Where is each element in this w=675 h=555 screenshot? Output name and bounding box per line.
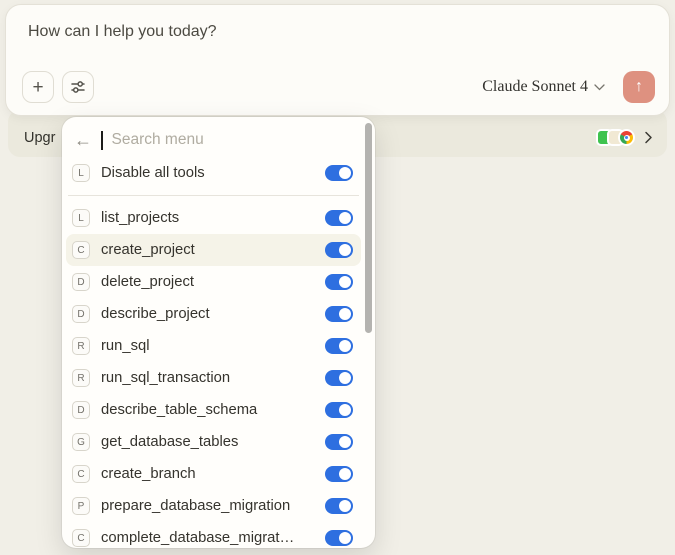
tools-menu: ← L Disable all tools L list_projects C … <box>62 117 375 548</box>
plus-icon: + <box>32 78 43 97</box>
menu-item[interactable]: R run_sql_transaction <box>66 362 361 394</box>
disable-all-tools-item[interactable]: L Disable all tools <box>66 157 361 189</box>
shortcut-badge: R <box>72 369 90 387</box>
toggle[interactable] <box>325 434 353 450</box>
shortcut-badge: D <box>72 305 90 323</box>
menu-item[interactable]: C complete_database_migrat… <box>66 522 361 548</box>
item-label: Disable all tools <box>101 165 314 181</box>
menu-item-list: L list_projects C create_project D delet… <box>66 202 361 548</box>
item-label: complete_database_migrat… <box>101 530 314 546</box>
chrome-core <box>625 136 628 139</box>
menu-item[interactable]: D describe_project <box>66 298 361 330</box>
toggle-knob <box>339 212 352 225</box>
item-label: create_branch <box>101 466 314 482</box>
model-name: Claude Sonnet 4 <box>482 78 588 96</box>
model-selector-button[interactable]: Claude Sonnet 4 <box>482 78 605 96</box>
sliders-icon <box>70 79 86 95</box>
shortcut-badge: D <box>72 273 90 291</box>
item-label: run_sql <box>101 338 314 354</box>
toggle-knob <box>339 308 352 321</box>
menu-divider <box>68 195 359 196</box>
toggle-knob <box>339 468 352 481</box>
toggle-knob <box>339 372 352 385</box>
text-caret <box>101 131 103 150</box>
toggle-knob <box>339 500 352 513</box>
menu-search-input[interactable] <box>112 131 354 149</box>
toggle[interactable] <box>325 210 353 226</box>
back-arrow-icon[interactable]: ← <box>74 131 92 149</box>
toggle[interactable] <box>325 338 353 354</box>
menu-item[interactable]: G get_database_tables <box>66 426 361 458</box>
arrow-up-icon: ↑ <box>635 78 643 96</box>
menu-item[interactable]: C create_branch <box>66 458 361 490</box>
message-composer[interactable]: How can I help you today? + Claude Sonne… <box>5 4 670 116</box>
app-icon-stack <box>596 129 635 146</box>
shortcut-badge: C <box>72 241 90 259</box>
toggle[interactable] <box>325 274 353 290</box>
banner-right <box>596 129 653 146</box>
menu-item[interactable]: P prepare_database_migration <box>66 490 361 522</box>
shortcut-badge: C <box>72 529 90 547</box>
app-screen: How can I help you today? + Claude Sonne… <box>0 0 675 555</box>
shortcut-badge: D <box>72 401 90 419</box>
toggle[interactable] <box>325 306 353 322</box>
toggle[interactable] <box>325 530 353 546</box>
send-button[interactable]: ↑ <box>623 71 655 103</box>
shortcut-badge: L <box>72 209 90 227</box>
menu-item[interactable]: D delete_project <box>66 266 361 298</box>
scrollbar-thumb[interactable] <box>365 123 372 333</box>
message-input[interactable]: How can I help you today? <box>28 23 653 41</box>
toggle[interactable] <box>325 402 353 418</box>
menu-item[interactable]: R run_sql <box>66 330 361 362</box>
shortcut-badge: L <box>72 164 90 182</box>
chrome-icon <box>618 129 635 146</box>
shortcut-badge: G <box>72 433 90 451</box>
banner-label: Upgr <box>24 130 55 146</box>
item-label: list_projects <box>101 210 314 226</box>
item-label: create_project <box>101 242 314 258</box>
toggle-knob <box>339 404 352 417</box>
tools-settings-button[interactable] <box>62 71 94 103</box>
composer-toolbar: + Claude Sonnet 4 ↑ <box>22 71 655 103</box>
menu-search-row: ← <box>66 123 361 157</box>
menu-item[interactable]: D describe_table_schema <box>66 394 361 426</box>
toggle-knob <box>339 244 352 257</box>
chevron-down-icon <box>594 84 605 91</box>
menu-item[interactable]: C create_project <box>66 234 361 266</box>
toggle[interactable] <box>325 165 353 181</box>
toggle[interactable] <box>325 242 353 258</box>
item-label: prepare_database_migration <box>101 498 314 514</box>
toggle-knob <box>339 276 352 289</box>
chevron-right-icon[interactable] <box>644 131 653 144</box>
item-label: run_sql_transaction <box>101 370 314 386</box>
shortcut-badge: C <box>72 465 90 483</box>
toggle[interactable] <box>325 466 353 482</box>
toggle[interactable] <box>325 370 353 386</box>
shortcut-badge: R <box>72 337 90 355</box>
item-label: get_database_tables <box>101 434 314 450</box>
toggle-knob <box>339 532 352 545</box>
item-label: describe_project <box>101 306 314 322</box>
shortcut-badge: P <box>72 497 90 515</box>
toggle-knob <box>339 167 352 180</box>
toggle-knob <box>339 340 352 353</box>
plus-button[interactable]: + <box>22 71 54 103</box>
item-label: delete_project <box>101 274 314 290</box>
toggle[interactable] <box>325 498 353 514</box>
item-label: describe_table_schema <box>101 402 314 418</box>
toggle-knob <box>339 436 352 449</box>
menu-item[interactable]: L list_projects <box>66 202 361 234</box>
